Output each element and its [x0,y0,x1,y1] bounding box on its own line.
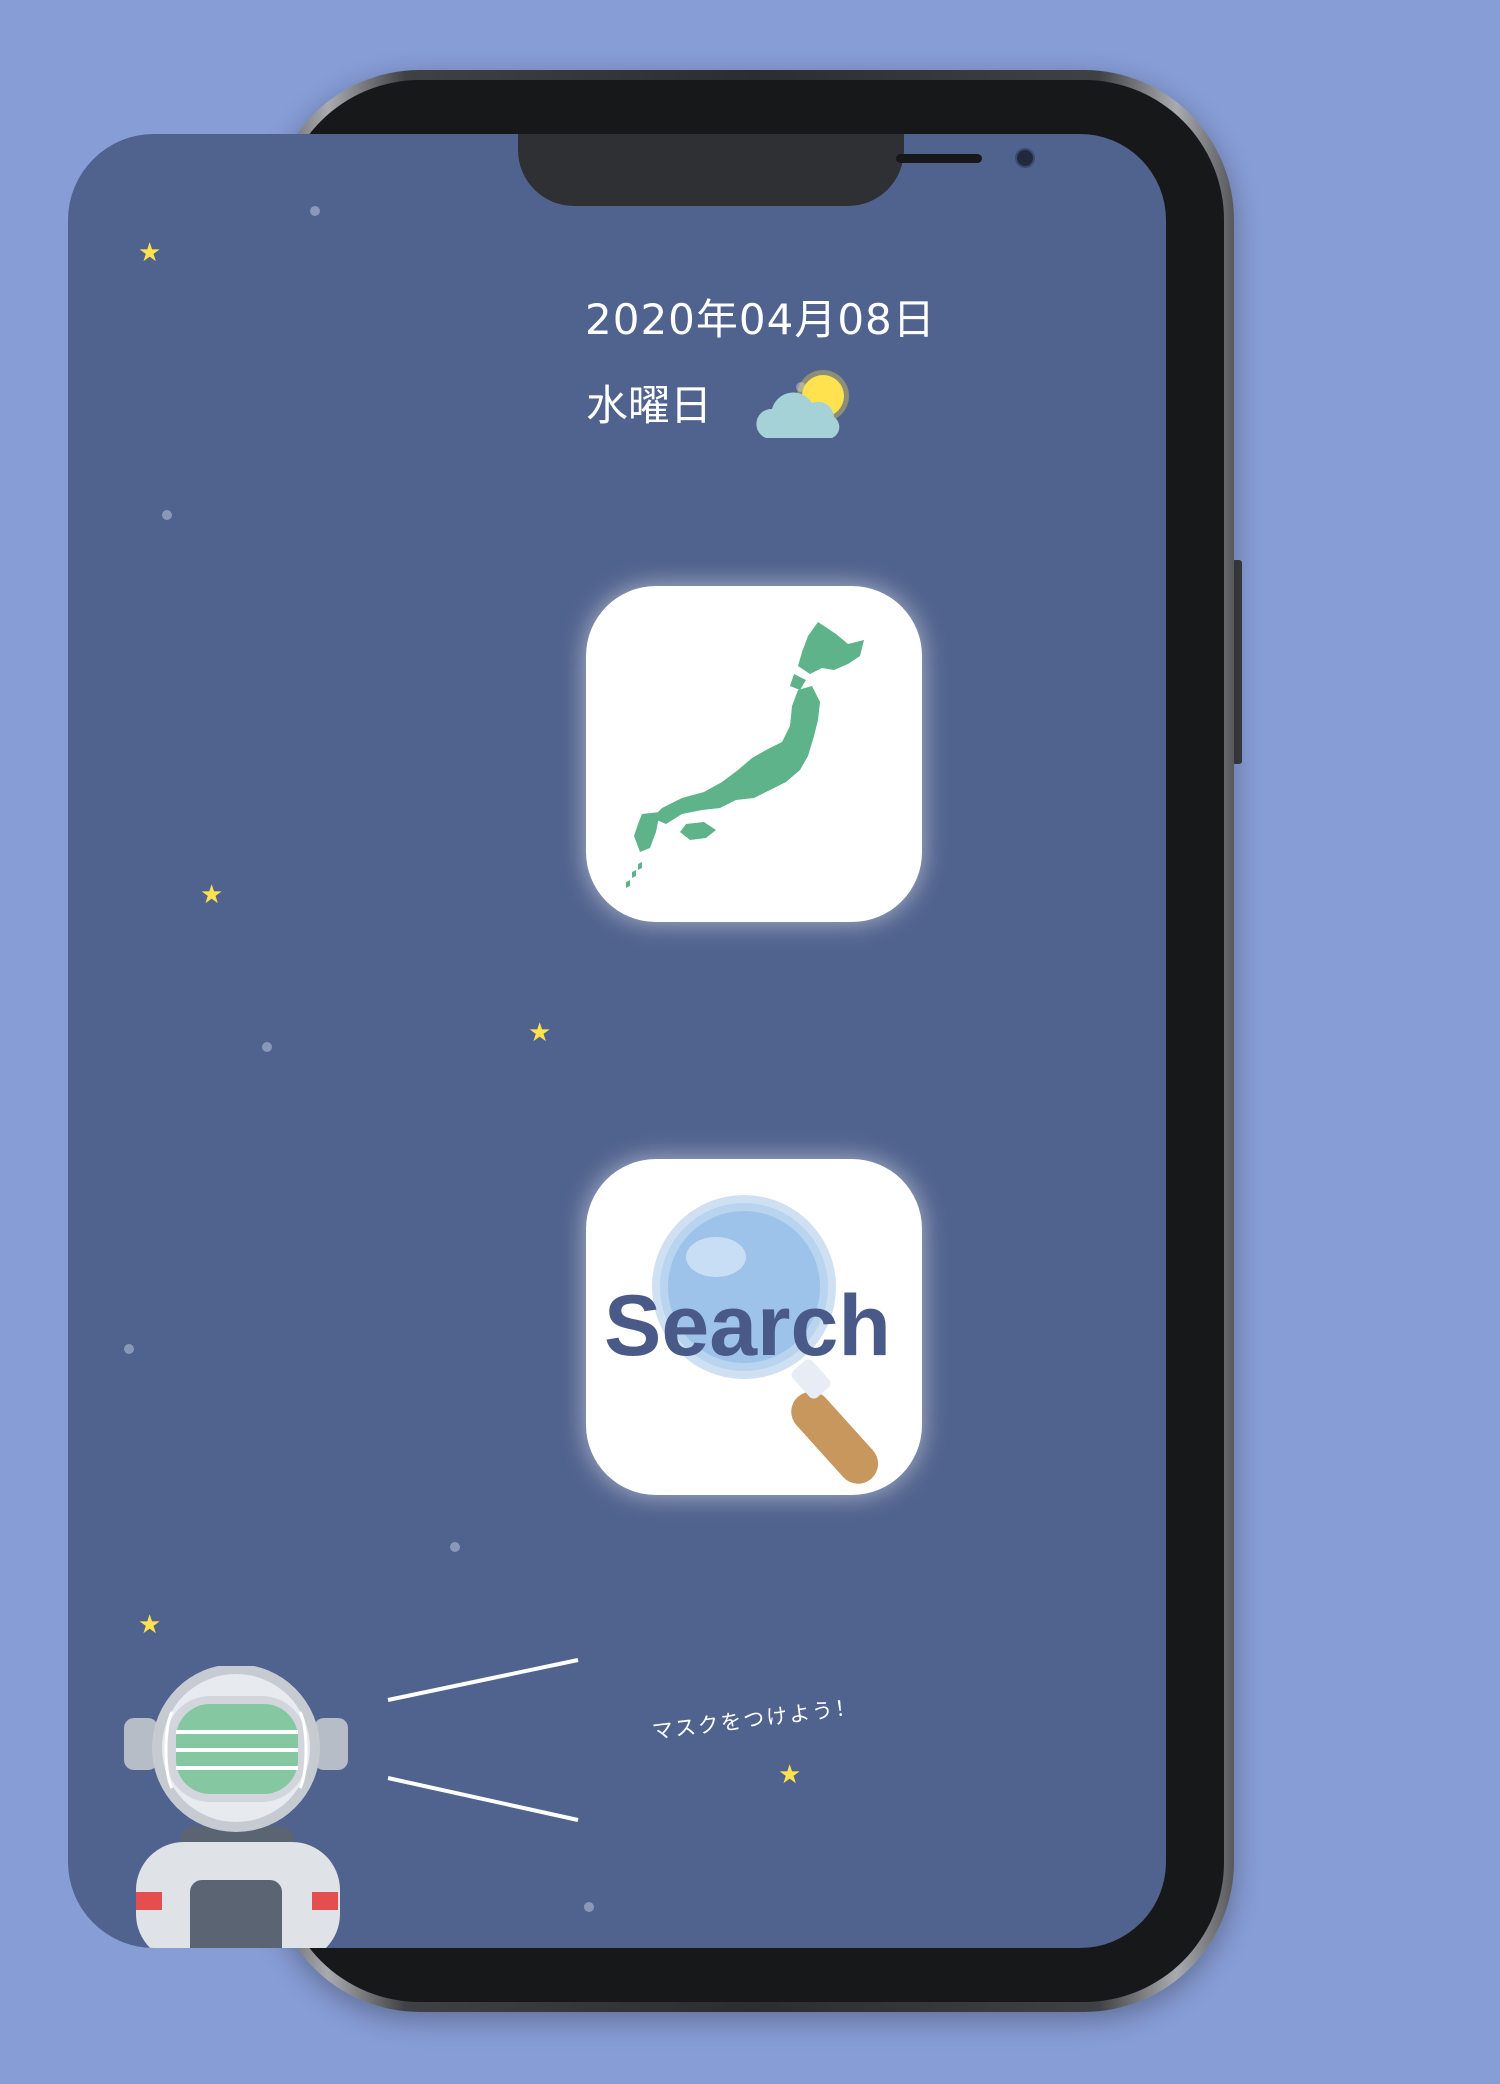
japan-map-app-button[interactable] [586,586,922,922]
star-icon: ★ [138,1610,162,1640]
astronaut-with-mask-icon [124,1666,348,1948]
star-dot [262,1042,272,1052]
star-dot [124,1344,134,1354]
weekday-label: 水曜日 [586,381,713,430]
phone-screen: ★ ★ ★ ★ ★ ★ ★ 2020年04月08日 水曜日 [68,134,1166,1948]
search-app-label: Search [604,1278,891,1374]
notch [518,134,1035,206]
japan-map-icon [626,622,864,888]
star-icon: ★ [200,880,224,910]
star-dot [450,1542,460,1552]
star-dot [310,206,320,216]
star-icon: ★ [528,1018,552,1048]
star-dot [162,510,172,520]
speaker-grille [896,154,982,163]
mask-reminder-text: マスクをつけよう！ [650,1694,860,1744]
date-label: 2020年04月08日 [585,295,936,344]
front-camera [1015,148,1035,168]
star-icon: ★ [778,1760,802,1790]
speech-lines [387,1658,579,1822]
partly-cloudy-icon [756,370,849,438]
star-dot [584,1902,594,1912]
star-icon: ★ [138,238,162,268]
search-app-button[interactable]: Search [586,1159,922,1495]
